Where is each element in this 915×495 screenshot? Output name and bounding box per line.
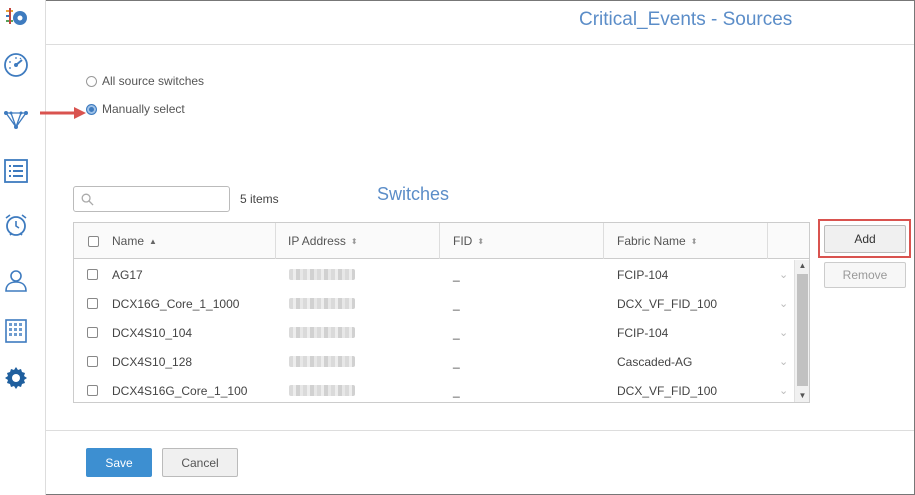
cell-fabric-name: Cascaded-AG: [617, 354, 693, 369]
user-icon[interactable]: [2, 266, 30, 294]
annotation-arrow-icon: [40, 107, 86, 119]
save-button[interactable]: Save: [86, 448, 152, 477]
select-all-cell: [74, 223, 112, 259]
row-checkbox[interactable]: [87, 327, 98, 338]
row-checkbox-cell: [87, 376, 98, 405]
table-row[interactable]: DCX4S10_128 _ Cascaded-AG ⌄: [74, 347, 794, 376]
table-row[interactable]: AG17 _ FCIP-104 ⌄: [74, 260, 794, 289]
footer-divider: [46, 430, 914, 431]
redacted-ip: [289, 327, 355, 338]
table-row[interactable]: DCX4S10_104 _ FCIP-104 ⌄: [74, 318, 794, 347]
sort-icon: ⬍: [350, 236, 358, 246]
cell-name: DCX4S16G_Core_1_100: [112, 383, 248, 398]
row-checkbox-cell: [87, 347, 98, 376]
redacted-ip: [289, 298, 355, 309]
radio-manually-select[interactable]: Manually select: [86, 102, 185, 116]
settings-gear-icon[interactable]: [2, 364, 30, 392]
item-count: 5 items: [240, 192, 279, 206]
topology-network-icon[interactable]: [2, 106, 30, 134]
radio-button[interactable]: [86, 75, 97, 87]
cell-name: DCX4S10_128: [112, 354, 193, 369]
cancel-button[interactable]: Cancel: [162, 448, 238, 477]
page-title: Critical_Events - Sources: [579, 9, 793, 30]
chevron-down-icon[interactable]: ⌄: [779, 297, 788, 310]
row-checkbox[interactable]: [87, 298, 98, 309]
search-icon: [81, 193, 94, 206]
section-title: Switches: [377, 184, 450, 204]
sort-asc-icon: ▲: [149, 236, 157, 246]
radio-all-source-switches[interactable]: All source switches: [86, 74, 204, 88]
cell-fid: _: [453, 325, 460, 340]
cell-ip-address: [289, 260, 355, 289]
row-checkbox[interactable]: [87, 269, 98, 280]
row-checkbox-cell: [87, 289, 98, 318]
cell-fabric-name: FCIP-104: [617, 325, 669, 340]
remove-button[interactable]: Remove: [824, 262, 906, 288]
table-row[interactable]: DCX4S16G_Core_1_100 _ DCX_VF_FID_100 ⌄: [74, 376, 794, 405]
redacted-ip: [289, 385, 355, 396]
scroll-down-arrow-icon[interactable]: ▼: [795, 390, 810, 402]
cell-ip-address: [289, 347, 355, 376]
cell-name: AG17: [112, 267, 143, 282]
chevron-down-icon[interactable]: ⌄: [779, 268, 788, 281]
redacted-ip: [289, 269, 355, 280]
table-scrollbar[interactable]: ▲ ▼: [794, 260, 809, 402]
table-row[interactable]: DCX16G_Core_1_1000 _ DCX_VF_FID_100 ⌄: [74, 289, 794, 318]
column-header-fid[interactable]: FID ⬍: [440, 223, 604, 259]
cell-fabric-name: DCX_VF_FID_100: [617, 383, 718, 398]
row-checkbox-cell: [87, 318, 98, 347]
sort-icon: ⬍: [477, 236, 485, 246]
radio-label: Manually select: [102, 102, 185, 116]
table-header: Name ▲ IP Address ⬍ FID ⬍ Fabric Name ⬍: [74, 223, 809, 259]
list-icon[interactable]: [2, 157, 30, 185]
alarm-clock-icon[interactable]: [2, 211, 30, 239]
column-header-name[interactable]: Name ▲: [112, 223, 276, 259]
row-checkbox-cell: [87, 260, 98, 289]
switches-table: Name ▲ IP Address ⬍ FID ⬍ Fabric Name ⬍ AG17…: [73, 222, 810, 403]
cell-fabric-name: FCIP-104: [617, 267, 669, 282]
grid-building-icon[interactable]: [2, 317, 30, 345]
search-input[interactable]: [100, 190, 225, 208]
cell-fid: _: [453, 354, 460, 369]
column-header-ip-address[interactable]: IP Address ⬍: [276, 223, 440, 259]
row-checkbox[interactable]: [87, 385, 98, 396]
cell-ip-address: [289, 318, 355, 347]
cell-ip-address: [289, 289, 355, 318]
select-all-checkbox[interactable]: [87, 235, 99, 247]
column-header-fabric-name[interactable]: Fabric Name ⬍: [604, 223, 768, 259]
redacted-ip: [289, 356, 355, 367]
dashboard-gauge-icon[interactable]: [2, 51, 30, 79]
row-checkbox[interactable]: [87, 356, 98, 367]
cell-fid: _: [453, 383, 460, 398]
cell-fabric-name: DCX_VF_FID_100: [617, 296, 718, 311]
scroll-thumb[interactable]: [797, 274, 808, 386]
search-box[interactable]: [73, 186, 230, 212]
cell-ip-address: [289, 376, 355, 405]
cell-fid: _: [453, 267, 460, 282]
chevron-down-icon[interactable]: ⌄: [779, 326, 788, 339]
cell-fid: _: [453, 296, 460, 311]
radio-label: All source switches: [102, 74, 205, 88]
add-button[interactable]: Add: [824, 225, 906, 253]
sidebar: [0, 0, 46, 495]
cell-name: DCX4S10_104: [112, 325, 193, 340]
chevron-down-icon[interactable]: ⌄: [779, 355, 788, 368]
logo-icon[interactable]: [2, 4, 30, 32]
cell-name: DCX16G_Core_1_1000: [112, 296, 240, 311]
scroll-up-arrow-icon[interactable]: ▲: [795, 260, 810, 272]
chevron-down-icon[interactable]: ⌄: [779, 384, 788, 397]
sort-icon: ⬍: [690, 236, 698, 246]
header-divider: [46, 44, 914, 45]
